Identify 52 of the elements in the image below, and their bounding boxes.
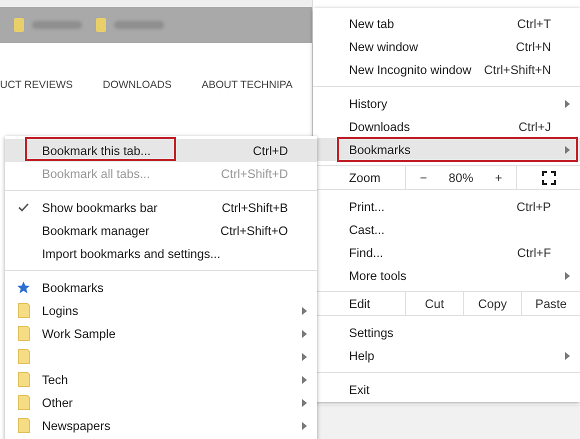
menu-item[interactable]: Help	[313, 344, 580, 367]
shortcut-text: Ctrl+Shift+B	[222, 200, 289, 214]
shortcut-text: Ctrl+N	[516, 40, 552, 54]
folder-icon	[18, 418, 30, 433]
folder-icon	[18, 326, 30, 341]
nav-link[interactable]: UCT REVIEWS	[0, 79, 73, 91]
paste-button[interactable]: Paste	[521, 292, 580, 315]
fullscreen-icon	[542, 170, 556, 184]
shortcut-text: Ctrl+P	[516, 200, 552, 214]
submenu-arrow-icon	[302, 422, 307, 430]
menu-item[interactable]: Logins	[5, 299, 317, 322]
cut-button[interactable]: Cut	[405, 292, 463, 315]
submenu-arrow-icon	[565, 352, 570, 360]
nav-link[interactable]: ABOUT TECHNIPA	[202, 79, 293, 91]
menu-item[interactable]: New tab Ctrl+T	[313, 12, 580, 35]
submenu-arrow-icon	[565, 272, 570, 280]
menu-item[interactable]: Newspapers	[5, 414, 317, 437]
star-icon	[17, 281, 30, 294]
submenu-arrow-icon	[302, 306, 307, 314]
submenu-arrow-icon	[302, 330, 307, 338]
shortcut-text: Ctrl+Shift+O	[220, 224, 289, 238]
edit-label: Edit	[348, 296, 372, 312]
menu-item[interactable]: New Incognito window Ctrl+Shift+N	[313, 58, 580, 81]
folder-icon	[14, 18, 24, 32]
submenu-arrow-icon	[565, 100, 570, 108]
shortcut-text: Ctrl+T	[517, 16, 552, 30]
folder-icon	[18, 349, 30, 364]
menu-item[interactable]: History	[313, 92, 580, 115]
blurred-text	[114, 21, 164, 29]
submenu-arrow-icon	[302, 352, 307, 360]
nav-link[interactable]: DOWNLOADS	[102, 79, 172, 91]
zoom-in-button[interactable]: +	[488, 170, 508, 184]
submenu-arrow-icon	[565, 146, 570, 154]
shortcut-text: Ctrl+J	[518, 120, 552, 134]
zoom-level: 80%	[448, 170, 474, 184]
copy-button[interactable]: Copy	[463, 292, 521, 315]
menu-item[interactable]: Downloads Ctrl+J	[313, 115, 580, 138]
shortcut-text: Ctrl+D	[252, 144, 289, 158]
folder-icon	[18, 395, 30, 410]
shortcut-text: Ctrl+Shift+D	[221, 166, 289, 180]
shortcut-text: Ctrl+F	[517, 246, 552, 260]
submenu-arrow-icon	[302, 398, 307, 406]
menu-item[interactable]: Bookmark this tab... Ctrl+D	[5, 139, 317, 162]
submenu-arrow-icon	[302, 376, 307, 384]
shortcut-text: Ctrl+Shift+N	[484, 62, 552, 76]
folder-icon	[96, 18, 106, 32]
menu-item[interactable]: New window Ctrl+N	[313, 35, 580, 58]
folder-icon	[18, 303, 30, 318]
zoom-label: Zoom	[348, 170, 382, 186]
zoom-out-button[interactable]: −	[414, 170, 434, 184]
blurred-text	[32, 21, 82, 29]
folder-icon	[18, 372, 30, 387]
